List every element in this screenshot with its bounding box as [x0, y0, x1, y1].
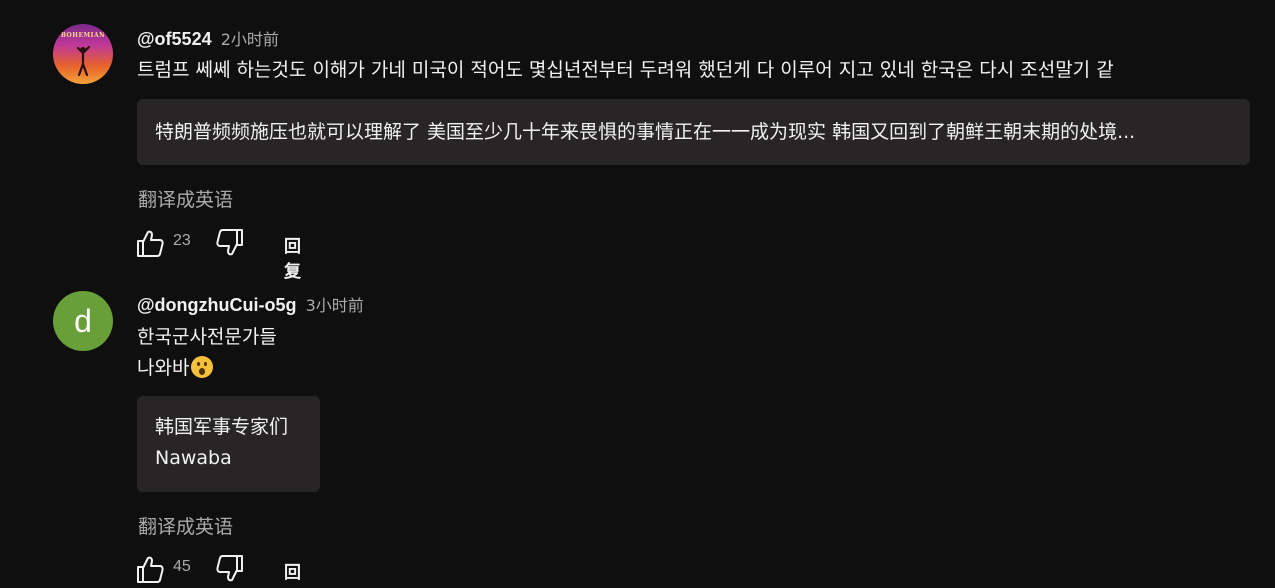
reply-button[interactable]: 回复 — [284, 232, 301, 282]
comment-header: @dongzhuCui-o5g 3小时前 — [137, 292, 364, 316]
author-name[interactable]: @of5524 — [137, 29, 212, 49]
translation-text: 特朗普频频施压也就可以理解了 美国至少几十年来畏惧的事情正在一一成为现实 韩国又… — [155, 121, 1136, 143]
like-button[interactable] — [135, 228, 165, 258]
like-count: 23 — [173, 232, 191, 249]
avatar-figure-icon — [76, 46, 91, 76]
comment-text-line: 한국군사전문가들 — [137, 326, 277, 348]
translate-button[interactable]: 翻译成英语 — [138, 512, 233, 539]
comment-text-line: 나와바 — [137, 357, 190, 379]
comment-text-line-with-emoji: 나와바 — [137, 353, 277, 384]
comment-time[interactable]: 3小时前 — [306, 296, 364, 315]
thumbs-down-icon — [216, 555, 243, 582]
comments-section: BOHEMIAN @of5524 2小时前 트럼프 쎄쎄 하는것도 이해가 가네… — [0, 0, 1275, 588]
comment-text: 트럼프 쎄쎄 하는것도 이해가 가네 미국이 적어도 몇십년전부터 두려워 했던… — [137, 55, 1114, 86]
avatar[interactable]: BOHEMIAN — [53, 24, 113, 84]
comment-time[interactable]: 2小时前 — [221, 30, 279, 49]
dislike-button[interactable] — [215, 554, 245, 584]
like-count: 45 — [173, 558, 191, 575]
avatar[interactable]: d — [53, 291, 113, 351]
comment-text-line: 트럼프 쎄쎄 하는것도 이해가 가네 미국이 적어도 몇십년전부터 두려워 했던… — [137, 59, 1114, 81]
thumbs-down-icon — [216, 229, 243, 256]
comment-header: @of5524 2小时前 — [137, 26, 279, 50]
comment-text: 한국군사전문가들 나와바 — [137, 322, 277, 384]
thumbs-up-icon — [137, 556, 164, 583]
avatar-poster-text: BOHEMIAN — [60, 32, 106, 39]
avatar-image: BOHEMIAN — [53, 24, 113, 84]
like-button[interactable] — [135, 554, 165, 584]
reply-button[interactable]: 回复 — [284, 558, 301, 588]
avatar-letter: d — [53, 291, 113, 351]
translation-text-line: Nawaba — [155, 447, 232, 469]
translation-box: 特朗普频频施压也就可以理解了 美国至少几十年来畏惧的事情正在一一成为现实 韩国又… — [137, 99, 1250, 165]
translate-button[interactable]: 翻译成英语 — [138, 185, 233, 212]
translation-text-line: 韩国军事专家们 — [155, 416, 289, 438]
thumbs-up-icon — [137, 230, 164, 257]
author-name[interactable]: @dongzhuCui-o5g — [137, 295, 297, 315]
translation-box: 韩国军事专家们 Nawaba — [137, 396, 320, 492]
astonished-face-emoji-icon — [191, 356, 214, 378]
dislike-button[interactable] — [215, 228, 245, 258]
